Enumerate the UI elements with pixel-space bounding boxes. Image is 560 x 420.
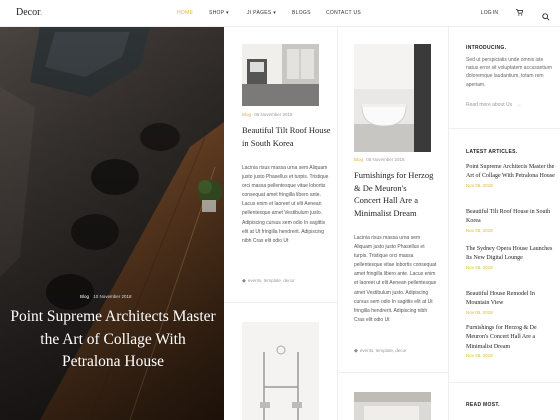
post-category[interactable]: Blog bbox=[354, 157, 363, 162]
post-thumbnail[interactable] bbox=[242, 322, 319, 420]
latest-article[interactable]: The Sydney Opera House Launches Its New … bbox=[466, 245, 556, 270]
latest-articles-heading: LATEST ARTICLES. bbox=[466, 149, 518, 155]
hero-meta: Blog 10 November 2018 bbox=[80, 294, 132, 299]
post-tags: ◆ events, template, decor bbox=[242, 278, 295, 284]
hero-title[interactable]: Point Supreme Architects Master the Art … bbox=[10, 306, 216, 374]
latest-article[interactable]: Beautiful Tilt Roof House in South Korea… bbox=[466, 208, 556, 233]
post-meta: Blog 05 November 2018 bbox=[354, 157, 405, 162]
post-date: 05 November 2018 bbox=[366, 157, 405, 162]
login-link[interactable]: LOG IN bbox=[481, 10, 498, 16]
post-divider bbox=[224, 302, 337, 303]
latest-article-date: Nov 05, 2018 bbox=[466, 227, 493, 233]
post-excerpt: Lacinia risus massa urna sem Aliquam jus… bbox=[354, 235, 437, 323]
latest-article-title[interactable]: Furnishings for Herzog & De Meuron's Con… bbox=[466, 324, 556, 352]
latest-article-date: Nov 05, 2018 bbox=[466, 352, 493, 358]
intro-heading: INTRODUCING. bbox=[466, 45, 507, 51]
arrow-right-icon: → bbox=[516, 102, 522, 108]
post-divider bbox=[337, 372, 448, 373]
latest-article-title[interactable]: The Sydney Opera House Launches Its New … bbox=[466, 245, 556, 264]
read-more-link[interactable]: Read more about Us → bbox=[466, 102, 522, 108]
latest-article-date: Nov 05, 2018 bbox=[466, 182, 493, 188]
latest-article-title[interactable]: Point Supreme Architects Master the Art … bbox=[466, 163, 556, 182]
post-thumbnail[interactable] bbox=[354, 392, 431, 420]
sidebar-divider bbox=[448, 128, 560, 129]
post-thumbnail[interactable] bbox=[354, 44, 431, 152]
post-title[interactable]: Beautiful Tilt Roof House in South Korea bbox=[242, 124, 332, 149]
latest-article[interactable]: Furnishings for Herzog & De Meuron's Con… bbox=[466, 324, 556, 358]
sidebar-divider bbox=[448, 382, 560, 383]
latest-article-title[interactable]: Beautiful House Remodel In Mountain View bbox=[466, 290, 556, 309]
nav-pages[interactable]: JI PAGES ▾ bbox=[247, 10, 276, 16]
latest-article-title[interactable]: Beautiful Tilt Roof House in South Korea bbox=[466, 208, 556, 227]
site-logo[interactable]: Decor. bbox=[16, 7, 42, 18]
intro-text: Sed ut perspiciatis unde omnis iste natu… bbox=[466, 57, 552, 88]
nav-contact[interactable]: CONTACT US bbox=[326, 10, 361, 16]
hero-date: 10 November 2018 bbox=[93, 294, 132, 299]
post-meta: Blog 05 November 2018 bbox=[242, 112, 293, 117]
post-date: 05 November 2018 bbox=[254, 112, 293, 117]
nav-home[interactable]: HOME bbox=[177, 10, 193, 16]
latest-article-date: Nov 05, 2018 bbox=[466, 309, 493, 315]
read-most-heading: READ MOST. bbox=[466, 402, 500, 408]
post-title[interactable]: Furnishings for Herzog & De Meuron's Con… bbox=[354, 169, 434, 219]
cart-icon[interactable] bbox=[516, 9, 524, 18]
post-tags-text[interactable]: events, template, decor bbox=[248, 278, 295, 283]
tag-icon: ◆ bbox=[354, 348, 358, 354]
post-tags-text[interactable]: events, template, decor bbox=[360, 348, 407, 353]
search-icon[interactable] bbox=[542, 8, 550, 21]
latest-article-date: Nov 05, 2018 bbox=[466, 264, 493, 270]
post-thumbnail[interactable] bbox=[242, 44, 319, 106]
post-excerpt: Lacinia risus massa urna sem Aliquam jus… bbox=[242, 165, 329, 244]
featured-post-hero[interactable]: Blog 10 November 2018 Point Supreme Arch… bbox=[0, 27, 224, 420]
post-tags: ◆ events, template, decor bbox=[354, 348, 407, 354]
tag-icon: ◆ bbox=[242, 278, 246, 284]
hero-category[interactable]: Blog bbox=[80, 294, 89, 299]
latest-article[interactable]: Beautiful House Remodel In Mountain View… bbox=[466, 290, 556, 315]
site-header: Decor. HOME SHOP ▾ JI PAGES ▾ BLOGS CONT… bbox=[0, 0, 560, 27]
nav-blogs[interactable]: BLOGS bbox=[292, 10, 311, 16]
nav-shop[interactable]: SHOP ▾ bbox=[209, 10, 229, 16]
column-divider bbox=[337, 27, 338, 420]
latest-article[interactable]: Point Supreme Architects Master the Art … bbox=[466, 163, 556, 188]
column-divider bbox=[448, 27, 449, 420]
post-category[interactable]: Blog bbox=[242, 112, 251, 117]
